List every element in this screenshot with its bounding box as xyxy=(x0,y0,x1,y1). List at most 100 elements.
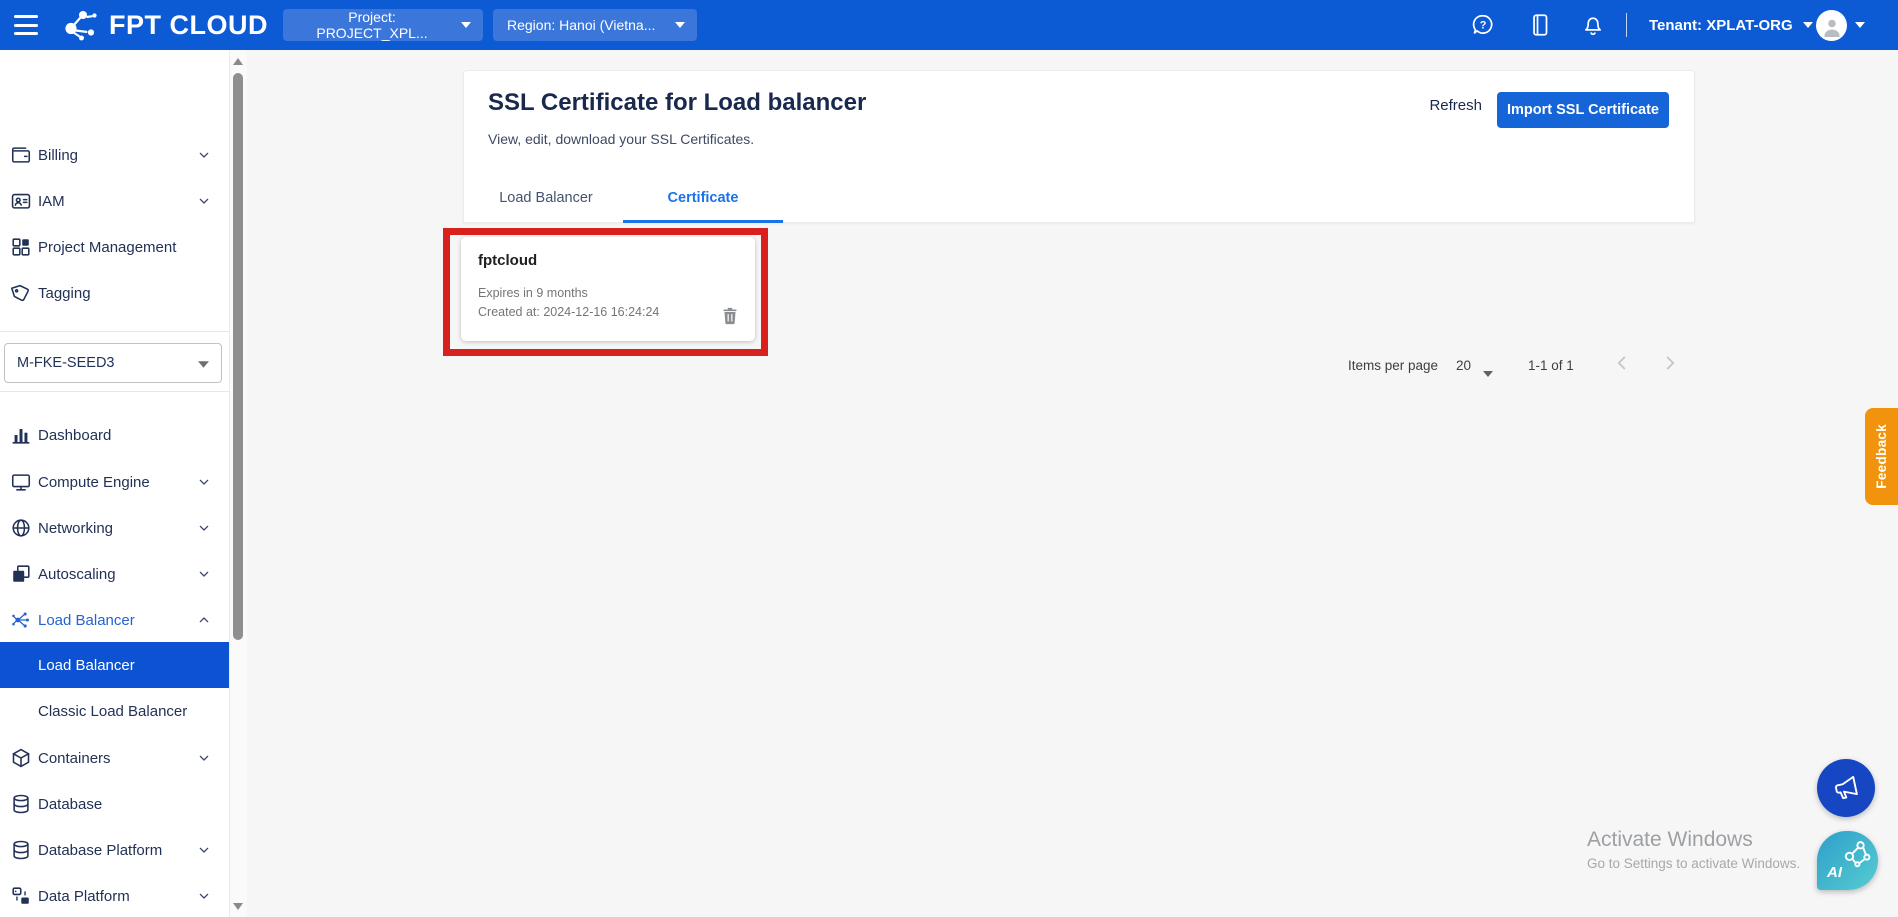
user-icon xyxy=(1820,15,1844,39)
app-window: FPT CLOUD Project: PROJECT_XPL... Region… xyxy=(0,0,1898,917)
sidebar-item-autoscaling[interactable]: Autoscaling xyxy=(0,551,229,597)
topbar-divider xyxy=(1626,13,1627,37)
sidebar-item-dashboard[interactable]: Dashboard xyxy=(0,412,229,458)
project-dropdown-label: Project: PROJECT_XPL... xyxy=(297,9,447,41)
database-icon xyxy=(10,839,32,861)
scrollbar-up-arrow[interactable] xyxy=(233,58,243,65)
docs-button[interactable] xyxy=(1527,12,1553,38)
box-icon xyxy=(10,747,32,769)
sidebar-item-compute-engine[interactable]: Compute Engine xyxy=(0,459,229,505)
sidebar-item-label: Classic Load Balancer xyxy=(38,703,187,720)
sidebar-item-project-management[interactable]: Project Management xyxy=(0,224,229,270)
chevron-down-icon xyxy=(196,750,212,766)
project-dropdown[interactable]: Project: PROJECT_XPL... xyxy=(283,9,483,41)
tenant-label: Tenant: XPLAT-ORG xyxy=(1649,17,1793,34)
chevron-down-icon xyxy=(196,474,212,490)
load-balancer-hub-icon xyxy=(10,609,32,631)
sidebar-item-database-platform[interactable]: Database Platform xyxy=(0,827,229,873)
notifications-button[interactable] xyxy=(1580,12,1606,38)
feedback-label: Feedback xyxy=(1874,424,1889,489)
user-menu[interactable] xyxy=(1816,0,1865,50)
chevron-down-icon xyxy=(196,888,212,904)
sidebar-item-label: Load Balancer xyxy=(38,657,135,674)
sidebar-item-label: Compute Engine xyxy=(38,474,150,491)
feedback-tab[interactable]: Feedback xyxy=(1865,408,1898,505)
page-title: SSL Certificate for Load balancer xyxy=(488,89,866,117)
caret-down-icon xyxy=(675,22,685,28)
next-page-button[interactable] xyxy=(1656,350,1684,378)
tab-bar: Load Balancer Certificate xyxy=(464,174,1694,222)
sidebar-item-tagging[interactable]: Tagging xyxy=(0,270,229,316)
sidebar-item-load-balancer[interactable]: Load Balancer xyxy=(0,597,229,643)
bell-icon xyxy=(1580,12,1606,38)
page-subtitle: View, edit, download your SSL Certificat… xyxy=(488,131,754,147)
megaphone-icon xyxy=(1831,773,1861,803)
previous-page-button[interactable] xyxy=(1608,350,1636,378)
activate-windows-subtext: Go to Settings to activate Windows. xyxy=(1587,856,1800,871)
sidebar-item-label: Database xyxy=(38,796,102,813)
grid-icon xyxy=(10,236,32,258)
caret-down-icon xyxy=(461,22,471,28)
support-chat-button[interactable]: ? xyxy=(1470,12,1496,38)
active-tab-indicator xyxy=(623,220,783,223)
sidebar-divider xyxy=(0,391,229,392)
sidebar-item-containers[interactable]: Containers xyxy=(0,735,229,781)
hamburger-menu-icon[interactable] xyxy=(12,13,40,37)
sidebar-item-iam[interactable]: IAM xyxy=(0,178,229,224)
sidebar-subitem-load-balancer[interactable]: Load Balancer xyxy=(0,642,229,688)
database-icon xyxy=(10,793,32,815)
tenant-dropdown[interactable]: Tenant: XPLAT-ORG xyxy=(1649,0,1813,50)
chevron-down-icon xyxy=(196,193,212,209)
sidebar-item-label: Load Balancer xyxy=(38,612,135,629)
sidebar-item-billing[interactable]: Billing xyxy=(0,132,229,178)
caret-down-icon xyxy=(198,361,209,368)
sidebar: Billing IAM Project Management Tagging M… xyxy=(0,50,229,917)
chevron-left-icon xyxy=(1611,352,1633,374)
sidebar-item-label: Autoscaling xyxy=(38,566,116,583)
import-ssl-certificate-button[interactable]: Import SSL Certificate xyxy=(1497,92,1669,128)
sidebar-item-label: Billing xyxy=(38,147,78,164)
data-nodes-icon xyxy=(10,885,32,907)
sidebar-subitem-classic-load-balancer[interactable]: Classic Load Balancer xyxy=(0,688,229,734)
sidebar-item-networking[interactable]: Networking xyxy=(0,505,229,551)
page-size-value[interactable]: 20 xyxy=(1456,358,1471,373)
top-navbar: FPT CLOUD Project: PROJECT_XPL... Region… xyxy=(0,0,1898,50)
sidebar-item-label: Tagging xyxy=(38,285,91,302)
activate-windows-watermark: Activate Windows xyxy=(1587,828,1753,852)
caret-down-icon xyxy=(1803,22,1813,28)
tab-load-balancer[interactable]: Load Balancer xyxy=(469,174,623,222)
sidebar-item-label: Containers xyxy=(38,750,111,767)
fpt-molecule-icon xyxy=(60,5,102,45)
refresh-button[interactable]: Refresh xyxy=(1429,97,1482,114)
bar-chart-icon xyxy=(10,424,32,446)
monitor-icon xyxy=(10,471,32,493)
chevron-down-icon xyxy=(196,147,212,163)
sidebar-item-label: Networking xyxy=(38,520,113,537)
region-dropdown[interactable]: Region: Hanoi (Vietna... xyxy=(493,9,697,41)
help-chat-icon: ? xyxy=(1470,12,1496,38)
page-size-caret-icon[interactable] xyxy=(1483,364,1493,382)
sidebar-item-label: Data Platform xyxy=(38,888,130,905)
svg-text:?: ? xyxy=(1480,19,1487,31)
sidebar-scrollbar-thumb[interactable] xyxy=(233,73,243,640)
sidebar-item-label: Project Management xyxy=(38,239,176,256)
fpt-cloud-logo[interactable]: FPT CLOUD xyxy=(60,5,268,45)
sidebar-item-database[interactable]: Database xyxy=(0,781,229,827)
sidebar-divider xyxy=(0,331,229,332)
annotation-red-box xyxy=(443,228,768,356)
wallet-icon xyxy=(10,144,32,166)
globe-icon xyxy=(10,517,32,539)
ai-bubble-label: AI xyxy=(1827,864,1842,881)
caret-down-icon xyxy=(1855,22,1865,28)
scrollbar-down-arrow[interactable] xyxy=(233,903,243,910)
tag-icon xyxy=(10,282,32,304)
tab-certificate[interactable]: Certificate xyxy=(623,174,783,222)
sidebar-item-data-platform[interactable]: Data Platform xyxy=(0,873,229,917)
fpt-ai-chat-button[interactable]: AI xyxy=(1817,831,1878,890)
logo-text: FPT CLOUD xyxy=(109,10,268,41)
sidebar-item-label: Dashboard xyxy=(38,427,111,444)
items-per-page-label: Items per page xyxy=(1348,358,1438,373)
chevron-down-icon xyxy=(196,842,212,858)
cluster-select[interactable]: M-FKE-SEED3 xyxy=(4,343,222,383)
announcements-button[interactable] xyxy=(1817,759,1875,817)
